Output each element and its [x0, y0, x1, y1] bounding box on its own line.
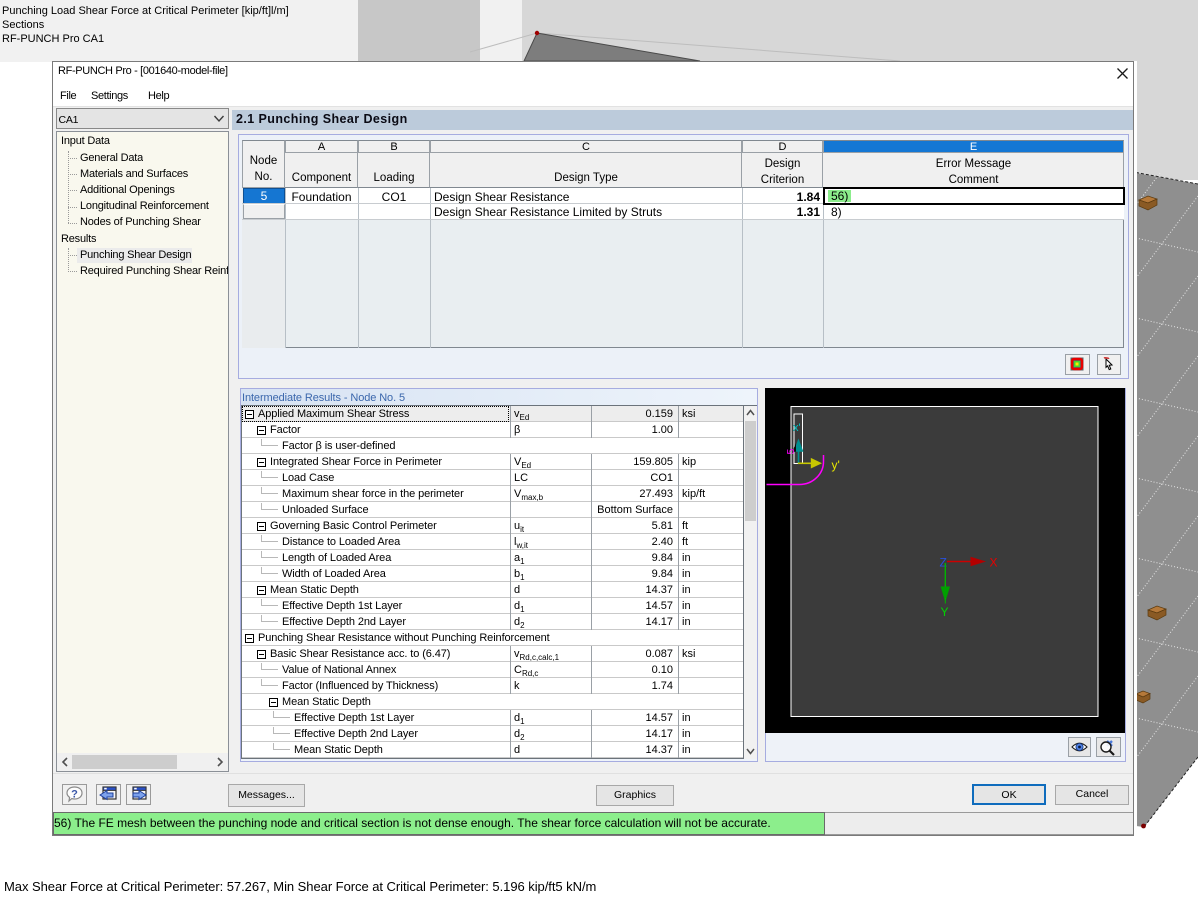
- svg-text:X: X: [990, 556, 998, 570]
- svg-text:Y: Y: [941, 605, 949, 619]
- svg-text:?: ?: [71, 789, 78, 801]
- svg-text:5: 5: [785, 449, 797, 455]
- svg-text:x': x': [793, 422, 801, 434]
- svg-text:y': y': [832, 458, 840, 472]
